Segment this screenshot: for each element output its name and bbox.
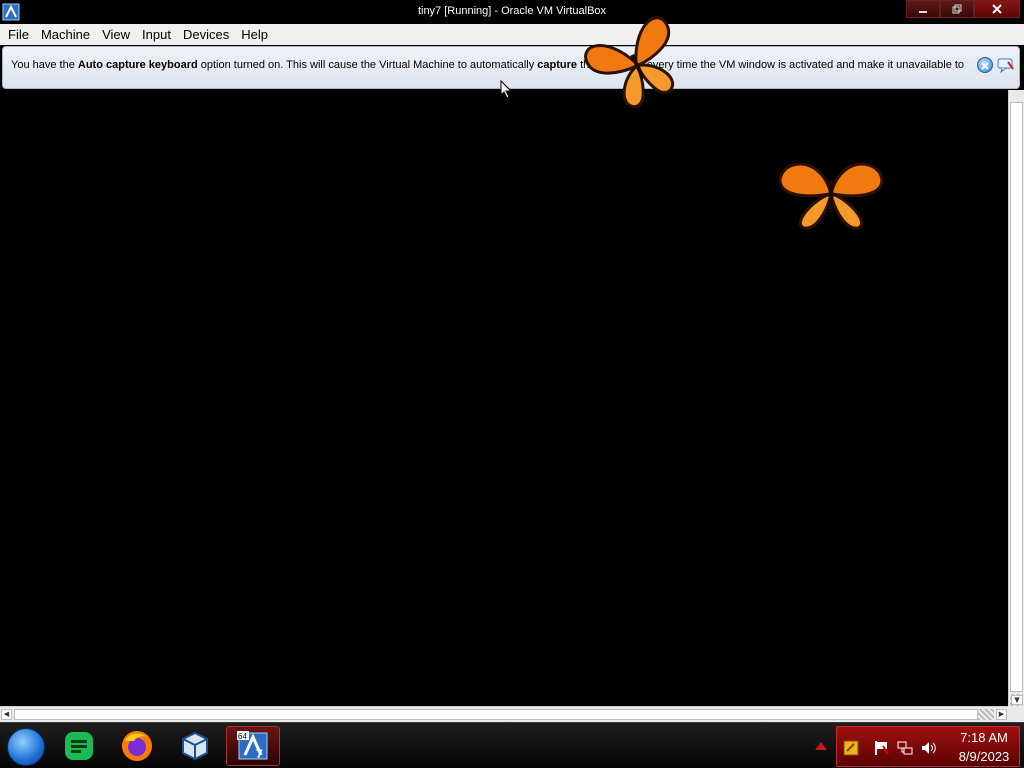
tiny7-vm-icon: 64 7: [237, 731, 268, 761]
start-button[interactable]: [7, 728, 45, 766]
menu-bar: File Machine View Input Devices Help: [0, 24, 1024, 45]
horizontal-scrollbar[interactable]: ◀ ▶: [0, 706, 1008, 722]
clock-date[interactable]: 8/9/2023: [951, 749, 1017, 764]
scrollbar-corner: [1008, 706, 1024, 722]
scroll-down-arrow-icon[interactable]: ▼: [1011, 695, 1023, 705]
notice-dont-show-icon[interactable]: [997, 57, 1015, 73]
system-tray: 7:18 AM 8/9/2023: [836, 726, 1020, 767]
minimize-button[interactable]: [906, 0, 940, 18]
menu-input[interactable]: Input: [136, 24, 177, 45]
window-controls: [906, 0, 1020, 18]
vertical-scrollbar[interactable]: ▼: [1008, 90, 1024, 768]
vm-badge-number: 7: [256, 747, 263, 761]
taskbar: 64 7 7:18 AM 8/9/2023: [0, 722, 1024, 768]
virtualbox-icon: [182, 731, 208, 761]
notice-message: You have the Auto capture keyboard optio…: [11, 59, 965, 71]
taskbar-notes-app[interactable]: [52, 726, 106, 766]
window-title: tiny7 [Running] - Oracle VM VirtualBox: [417, 5, 607, 17]
menu-machine[interactable]: Machine: [35, 24, 96, 45]
close-button[interactable]: [974, 0, 1020, 18]
network-icon[interactable]: [897, 740, 913, 756]
tray-overflow-icon[interactable]: [814, 740, 828, 752]
taskbar-virtualbox[interactable]: [168, 726, 222, 766]
close-icon: [981, 62, 989, 70]
taskbar-tiny7-vm[interactable]: 64 7: [226, 726, 280, 766]
taskbar-firefox[interactable]: [110, 726, 164, 766]
minimize-icon: [919, 11, 927, 13]
restore-icon: [952, 4, 962, 14]
menu-help[interactable]: Help: [235, 24, 274, 45]
butterfly-image: [778, 162, 884, 230]
menu-devices[interactable]: Devices: [177, 24, 235, 45]
firefox-icon: [122, 731, 152, 761]
scroll-right-arrow-icon[interactable]: ▶: [996, 709, 1007, 720]
vm-badge-label: 64: [238, 732, 247, 741]
tray-power-icon[interactable]: [843, 740, 859, 756]
horizontal-scroll-grip[interactable]: [978, 709, 994, 720]
close-icon: [992, 4, 1002, 14]
notes-app-icon: [65, 732, 93, 760]
volume-icon[interactable]: [921, 740, 937, 756]
menu-file[interactable]: File: [2, 24, 35, 45]
vertical-scroll-thumb[interactable]: [1010, 102, 1023, 692]
restore-button[interactable]: [940, 0, 974, 18]
notice-close-button[interactable]: [977, 57, 993, 73]
clock-time[interactable]: 7:18 AM: [951, 730, 1017, 745]
title-bar: tiny7 [Running] - Oracle VM VirtualBox: [0, 0, 1024, 24]
menu-view[interactable]: View: [96, 24, 136, 45]
horizontal-scroll-thumb[interactable]: [14, 709, 978, 720]
butterfly-image: [584, 16, 675, 109]
mouse-cursor-icon: [500, 80, 512, 99]
action-center-flag-icon[interactable]: [873, 740, 889, 756]
scroll-left-arrow-icon[interactable]: ◀: [1, 709, 12, 720]
